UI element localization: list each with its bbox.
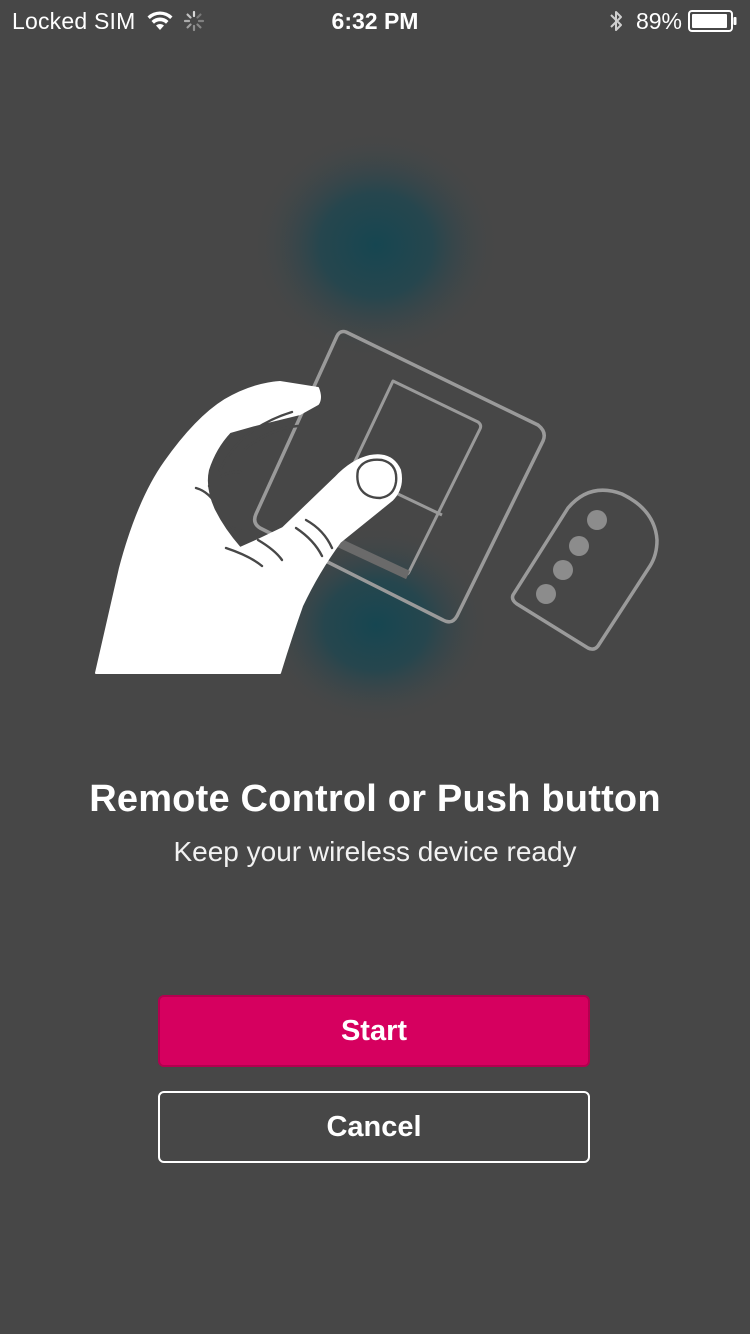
bluetooth-icon [610,11,622,31]
battery-percent: 89% [635,7,682,34]
cancel-button-label: Cancel [326,1110,422,1143]
status-bar: Locked SIM 6:32 PM 89% [0,0,750,40]
start-button[interactable]: Start [158,995,590,1067]
screen: Locked SIM 6:32 PM 89% Remote Control or… [0,0,750,1334]
remote-control-icon [510,488,659,651]
start-button-label: Start [340,1014,408,1047]
battery-icon [688,10,737,32]
page-title: Remote Control or Push button [89,778,661,820]
status-bar-right: 89% [608,8,738,34]
page-subtitle: Keep your wireless device ready [173,836,577,867]
setup-illustration [95,130,659,725]
cancel-button[interactable]: Cancel [158,1091,590,1163]
